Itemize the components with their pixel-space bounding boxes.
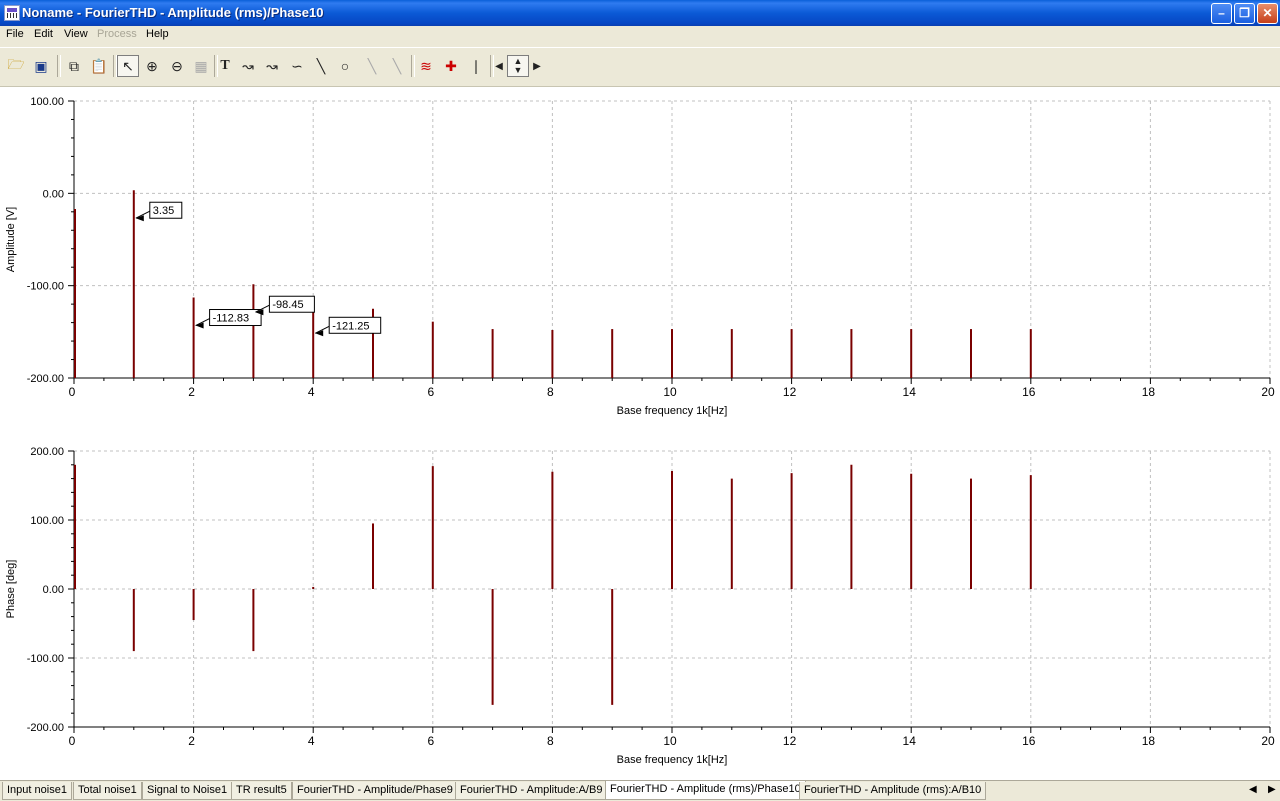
copy-icon[interactable]: ⧉	[63, 55, 85, 77]
diagonal-b-icon[interactable]: ╲	[386, 55, 408, 77]
app-icon[interactable]	[4, 5, 20, 21]
plot2-y-axis-label: Phase [deg]	[5, 560, 17, 619]
window-title: Noname - FourierTHD - Amplitude (rms)/Ph…	[22, 5, 324, 20]
cursor-b-icon[interactable]: ↝	[261, 55, 283, 77]
tab-fourierthd-amplitude-ab9[interactable]: FourierTHD - Amplitude:A/B9	[455, 782, 608, 800]
plot1-x-tick-label: 16	[1022, 385, 1036, 399]
paste-icon[interactable]: 📋	[88, 55, 110, 77]
plot1-x-tick-label: 0	[69, 385, 76, 399]
zoom-in-icon[interactable]: ⊕	[141, 55, 163, 77]
plot1-y-tick-label: 0.00	[43, 188, 64, 200]
plot2-y-tick-label: 0.00	[43, 584, 64, 596]
tab-signal-to-noise1[interactable]: Signal to Noise1	[142, 782, 233, 800]
pointer-icon[interactable]: ↖	[117, 55, 139, 77]
plot1-annotation-label: -112.83	[213, 313, 250, 325]
plot1-y-tick-label: -200.00	[27, 373, 64, 385]
plot2-x-tick-label: 16	[1022, 734, 1036, 748]
menu-edit[interactable]: Edit	[34, 28, 53, 40]
marker-icon[interactable]: ∣	[465, 55, 487, 77]
tabs-scroll-right-icon[interactable]: ▶	[1268, 784, 1276, 795]
arrow-updown-icon[interactable]: ▲ ▼	[507, 55, 529, 77]
plot1-y-tick-label: 100.00	[30, 96, 64, 108]
zoom-out-icon[interactable]: ⊖	[166, 55, 188, 77]
plot1-x-tick-label: 20	[1261, 385, 1275, 399]
plot2-x-tick-label: 0	[69, 734, 76, 748]
menu-file[interactable]: File	[6, 28, 24, 40]
tab-fourierthd-amplitude-phase9[interactable]: FourierTHD - Amplitude/Phase9	[292, 782, 458, 800]
toolbar-separator	[57, 55, 61, 77]
plot2-x-tick-label: 14	[903, 734, 917, 748]
minimize-button[interactable]: –	[1211, 3, 1232, 24]
menu-bar: File Edit View Process Help	[0, 26, 1280, 45]
plot1-x-tick-label: 2	[188, 385, 195, 399]
cursor-a-icon[interactable]: ↝	[237, 55, 259, 77]
title-bar: Noname - FourierTHD - Amplitude (rms)/Ph…	[0, 0, 1280, 26]
add-trace-icon[interactable]: ≋	[415, 55, 437, 77]
plot2-y-tick-label: 100.00	[30, 515, 64, 527]
arrow-right-icon[interactable]: ▶	[530, 55, 544, 77]
plot1-x-tick-label: 18	[1142, 385, 1156, 399]
plot2-x-tick-label: 2	[188, 734, 195, 748]
plot1-x-tick-label: 14	[903, 385, 917, 399]
tab-total-noise1[interactable]: Total noise1	[73, 782, 142, 800]
arrow-left-icon[interactable]: ◀	[492, 55, 506, 77]
tabs-scroll-left-icon[interactable]: ◀	[1249, 784, 1257, 795]
plot2-x-tick-label: 12	[783, 734, 797, 748]
probe-icon[interactable]: ✚	[440, 55, 462, 77]
plot1-x-tick-label: 12	[783, 385, 797, 399]
restore-button[interactable]: ❐	[1234, 3, 1255, 24]
tab-input-noise1[interactable]: Input noise1	[2, 782, 72, 800]
plot2-y-tick-label: -100.00	[27, 653, 64, 665]
plot1-x-tick-label: 4	[308, 385, 315, 399]
plot2-x-tick-label: 20	[1261, 734, 1275, 748]
diagonal-a-icon[interactable]: ╲	[361, 55, 383, 77]
plot1-annotation-label: -121.25	[332, 320, 369, 332]
plot1-y-tick-label: -100.00	[27, 281, 64, 293]
plot1-annotation-label: 3.35	[153, 205, 174, 217]
menu-view[interactable]: View	[64, 28, 88, 40]
plot1-x-tick-label: 8	[547, 385, 554, 399]
plot2-x-axis-label: Base frequency 1k[Hz]	[617, 754, 728, 766]
plot2-y-tick-label: -200.00	[27, 722, 64, 734]
chart-area: 0 2 4 6 8 10 12 14 16 18 20 100.00 0.00 -100.00 -200.0…	[0, 87, 1280, 780]
plot2-x-tick-label: 10	[663, 734, 677, 748]
plot1-x-tick-label: 6	[427, 385, 434, 399]
open-folder-icon[interactable]: 🗁	[5, 55, 27, 77]
menu-process: Process	[97, 28, 137, 40]
plot2-x-tick-label: 8	[547, 734, 554, 748]
plot1-y-axis-label: Amplitude [V]	[5, 207, 17, 272]
save-icon[interactable]: ▣	[30, 55, 52, 77]
tab-fourierthd-amplitude-rms-phase10[interactable]: FourierTHD - Amplitude (rms)/Phase10	[605, 781, 806, 800]
line-icon[interactable]: ╲	[310, 55, 332, 77]
plot2-y-tick-label: 200.00	[30, 446, 64, 458]
text-icon[interactable]: T	[214, 55, 236, 77]
menu-help[interactable]: Help	[146, 28, 169, 40]
plot2-x-tick-label: 6	[427, 734, 434, 748]
tab-fourierthd-amplitude-rms-ab10[interactable]: FourierTHD - Amplitude (rms):A/B10	[799, 782, 987, 800]
plot1-x-axis-label: Base frequency 1k[Hz]	[617, 405, 728, 417]
tab-tr-result5[interactable]: TR result5	[231, 782, 292, 800]
function-icon[interactable]: ∽	[286, 55, 308, 77]
plot1-x-tick-label: 10	[663, 385, 677, 399]
toolbar: 🗁 ▣ ⧉ 📋 ↖ ⊕ ⊖ ▦ T ↝ ↝ ∽ ╲ ○ ╲ ╲ ≋ ✚ ∣ ◀ …	[0, 47, 1280, 87]
grid-icon[interactable]: ▦	[190, 55, 212, 77]
charts-svg[interactable]: 0 2 4 6 8 10 12 14 16 18 20100.000.00-100.00-200.0…	[0, 87, 1280, 780]
plot2-x-tick-label: 18	[1142, 734, 1156, 748]
document-tabs: Input noise1 Total noise1 Signal to Nois…	[0, 780, 1280, 801]
plot1-annotation-label: -98.45	[272, 299, 303, 311]
close-button[interactable]: ✕	[1257, 3, 1278, 24]
plot2-x-tick-label: 4	[308, 734, 315, 748]
circle-icon[interactable]: ○	[334, 55, 356, 77]
